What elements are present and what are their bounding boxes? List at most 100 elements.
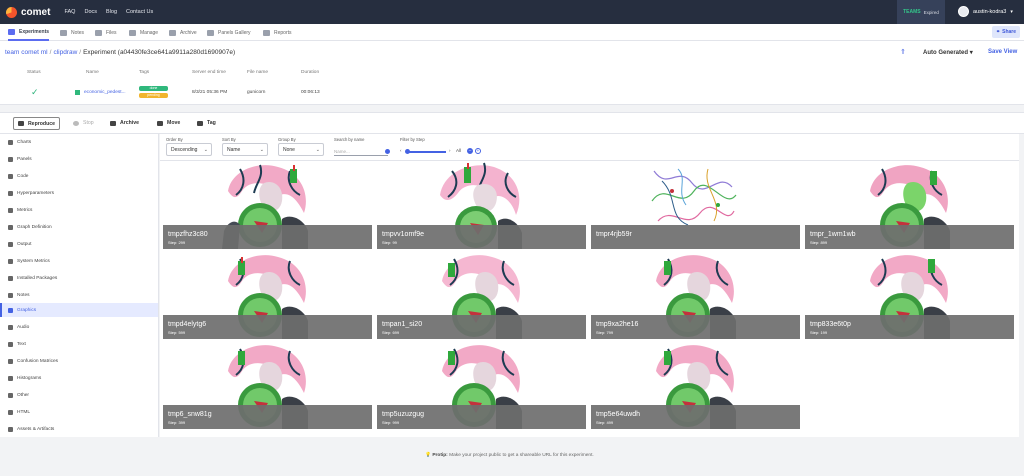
image-card[interactable]: tmpr4rjb59r [588,161,800,249]
tab-panels-gallery[interactable]: Panels Gallery [207,24,251,41]
image-card[interactable]: tmp5e64uwdh Step: 499 [588,341,800,429]
chevron-down-icon: ▾ [969,50,973,56]
graph-definition-icon [8,224,13,230]
experiment-name-link[interactable]: economic_pedest... [84,90,126,95]
move-button[interactable]: Move [157,120,180,126]
sidebar-item-html[interactable]: HTML [0,405,158,419]
sidebar-item-confusion-matrices[interactable]: Confusion Matrices [0,354,158,368]
image-card[interactable]: tmp6_snw81g Step: 399 [160,341,372,429]
stop-button[interactable]: Stop [73,120,94,126]
sidebar-item-panels[interactable]: Panels [0,152,158,166]
breadcrumb-separator: / [49,49,52,56]
sidebar-item-other[interactable]: Other [0,388,158,402]
step-filter-label: Filter by Step [400,137,425,142]
chevron-down-icon: ⌄ [203,147,208,153]
sidebar-item-label: Charts [17,139,32,145]
user-menu[interactable]: austin-kodra3 ▾ [958,6,1013,17]
teams-status: Expired [923,9,939,15]
image-card[interactable]: tmp833e6t0p Step: 199 [802,251,1014,339]
search-icon[interactable] [385,149,390,154]
sidebar-item-audio[interactable]: Audio [0,320,158,334]
reproduce-icon [17,121,24,126]
breadcrumb-workspace[interactable]: team comet ml [5,49,48,56]
tab-experiments[interactable]: Experiments [8,24,50,41]
breadcrumb-project[interactable]: clipdraw [53,49,77,56]
files-icon [95,29,102,36]
charts-icon [8,139,13,145]
image-card[interactable]: tmpd4elytg6 Step: 599 [160,251,372,339]
sidebar-item-text[interactable]: Text [0,337,158,351]
sort-by-label: Sort By [222,137,236,142]
image-card[interactable]: tmpzfhz3c80 Step: 299 [160,161,372,249]
tab-manage[interactable]: Manage [129,24,158,41]
sidebar-item-graph-definition[interactable]: Graph Definition [0,220,158,234]
server-end-time: 8/3/21 05:36 PM [192,90,228,95]
sidebar-item-output[interactable]: Output [0,237,158,251]
sidebar-item-code[interactable]: Code [0,169,158,183]
sidebar-item-installed-packages[interactable]: Installed Packages [0,271,158,285]
sidebar-item-assets-artifacts[interactable]: Assets & Artifacts [0,422,158,436]
sidebar-item-histograms[interactable]: Histograms [0,371,158,385]
search-input[interactable]: Name... [334,149,388,156]
tab-archive[interactable]: Archive [169,24,197,41]
reproduce-button[interactable]: Reproduce [13,117,60,130]
order-by-select[interactable]: Descending ⌄ [166,143,212,156]
step-slider-track[interactable] [406,151,446,153]
tag-button[interactable]: Tag [197,120,216,126]
archive-button[interactable]: Archive [110,120,139,126]
system-metrics-icon [8,258,13,264]
tag-icon [197,120,203,126]
sidebar-item-charts[interactable]: Charts [0,135,158,149]
nav-link-contact[interactable]: Contact Us [126,9,153,15]
image-name: tmp833e6t0p [810,321,851,328]
slider-left-arrow[interactable]: ‹ [400,148,402,153]
other-icon [8,392,13,398]
step-slider-handle[interactable] [405,149,410,154]
image-step: Step: 799 [596,330,614,335]
sidebar-item-notes[interactable]: Notes [0,288,158,302]
stop-label: Stop [83,120,94,126]
sidebar-item-system-metrics[interactable]: System Metrics [0,254,158,268]
tab-reports[interactable]: Reports [263,24,292,41]
tab-files[interactable]: Files [95,24,117,41]
archive-label: Archive [120,120,140,126]
chevron-down-icon: ⌄ [259,147,264,153]
nav-link-docs[interactable]: Docs [84,9,97,15]
save-view-button[interactable]: Save View [988,49,1017,55]
image-card[interactable]: tmpr_1wm1wb Step: 899 [802,161,1014,249]
chevron-down-icon: ⌄ [315,147,320,153]
move-icon [157,120,163,126]
sidebar-item-label: Assets & Artifacts [17,426,55,432]
nav-link-blog[interactable]: Blog [106,9,117,15]
comet-logo[interactable]: comet [6,6,50,18]
sidebar-item-graphics[interactable]: Graphics [0,303,158,317]
tab-notes[interactable]: Notes [60,24,84,41]
file-name: gunicorn [247,90,266,95]
image-caption: tmpzfhz3c80 Step: 299 [163,225,372,249]
image-step: Step: 999 [382,420,400,425]
nav-link-faq[interactable]: FAQ [64,9,75,15]
breadcrumb-row: team comet ml / clipdraw / Experiment (a0443… [0,41,1024,63]
collapse-up-icon[interactable]: ⇑ [900,49,907,56]
group-by-select[interactable]: None ⌄ [278,143,324,156]
step-minus-icon[interactable]: – [467,148,473,154]
image-step: Step: 199 [810,330,828,335]
sort-by-value: Name [227,146,241,153]
image-card[interactable]: tmp9xa2he16 Step: 799 [588,251,800,339]
username: austin-kodra3 [973,8,1007,15]
sidebar-item-metrics[interactable]: Metrics [0,203,158,217]
step-plus-icon[interactable]: + [475,148,481,154]
image-name: tmpvv1omf9e [382,231,425,238]
archive-icon [169,29,176,36]
metrics-icon [8,207,13,213]
teams-badge[interactable]: TEAMS Expired [897,0,945,24]
auto-generated-dropdown[interactable]: Auto Generated ▾ [923,49,973,56]
image-card[interactable]: tmpvv1omf9e Step: 99 [374,161,586,249]
panels-icon [8,156,13,162]
image-card[interactable]: tmpan1_si20 Step: 699 [374,251,586,339]
slider-right-arrow[interactable]: › [449,148,451,153]
image-card[interactable]: tmp5uzuzgug Step: 999 [374,341,586,429]
share-button[interactable]: ⚭ Share [992,26,1020,38]
sort-by-select[interactable]: Name ⌄ [222,143,268,156]
sidebar-item-hyperparameters[interactable]: Hyperparameters [0,186,158,200]
